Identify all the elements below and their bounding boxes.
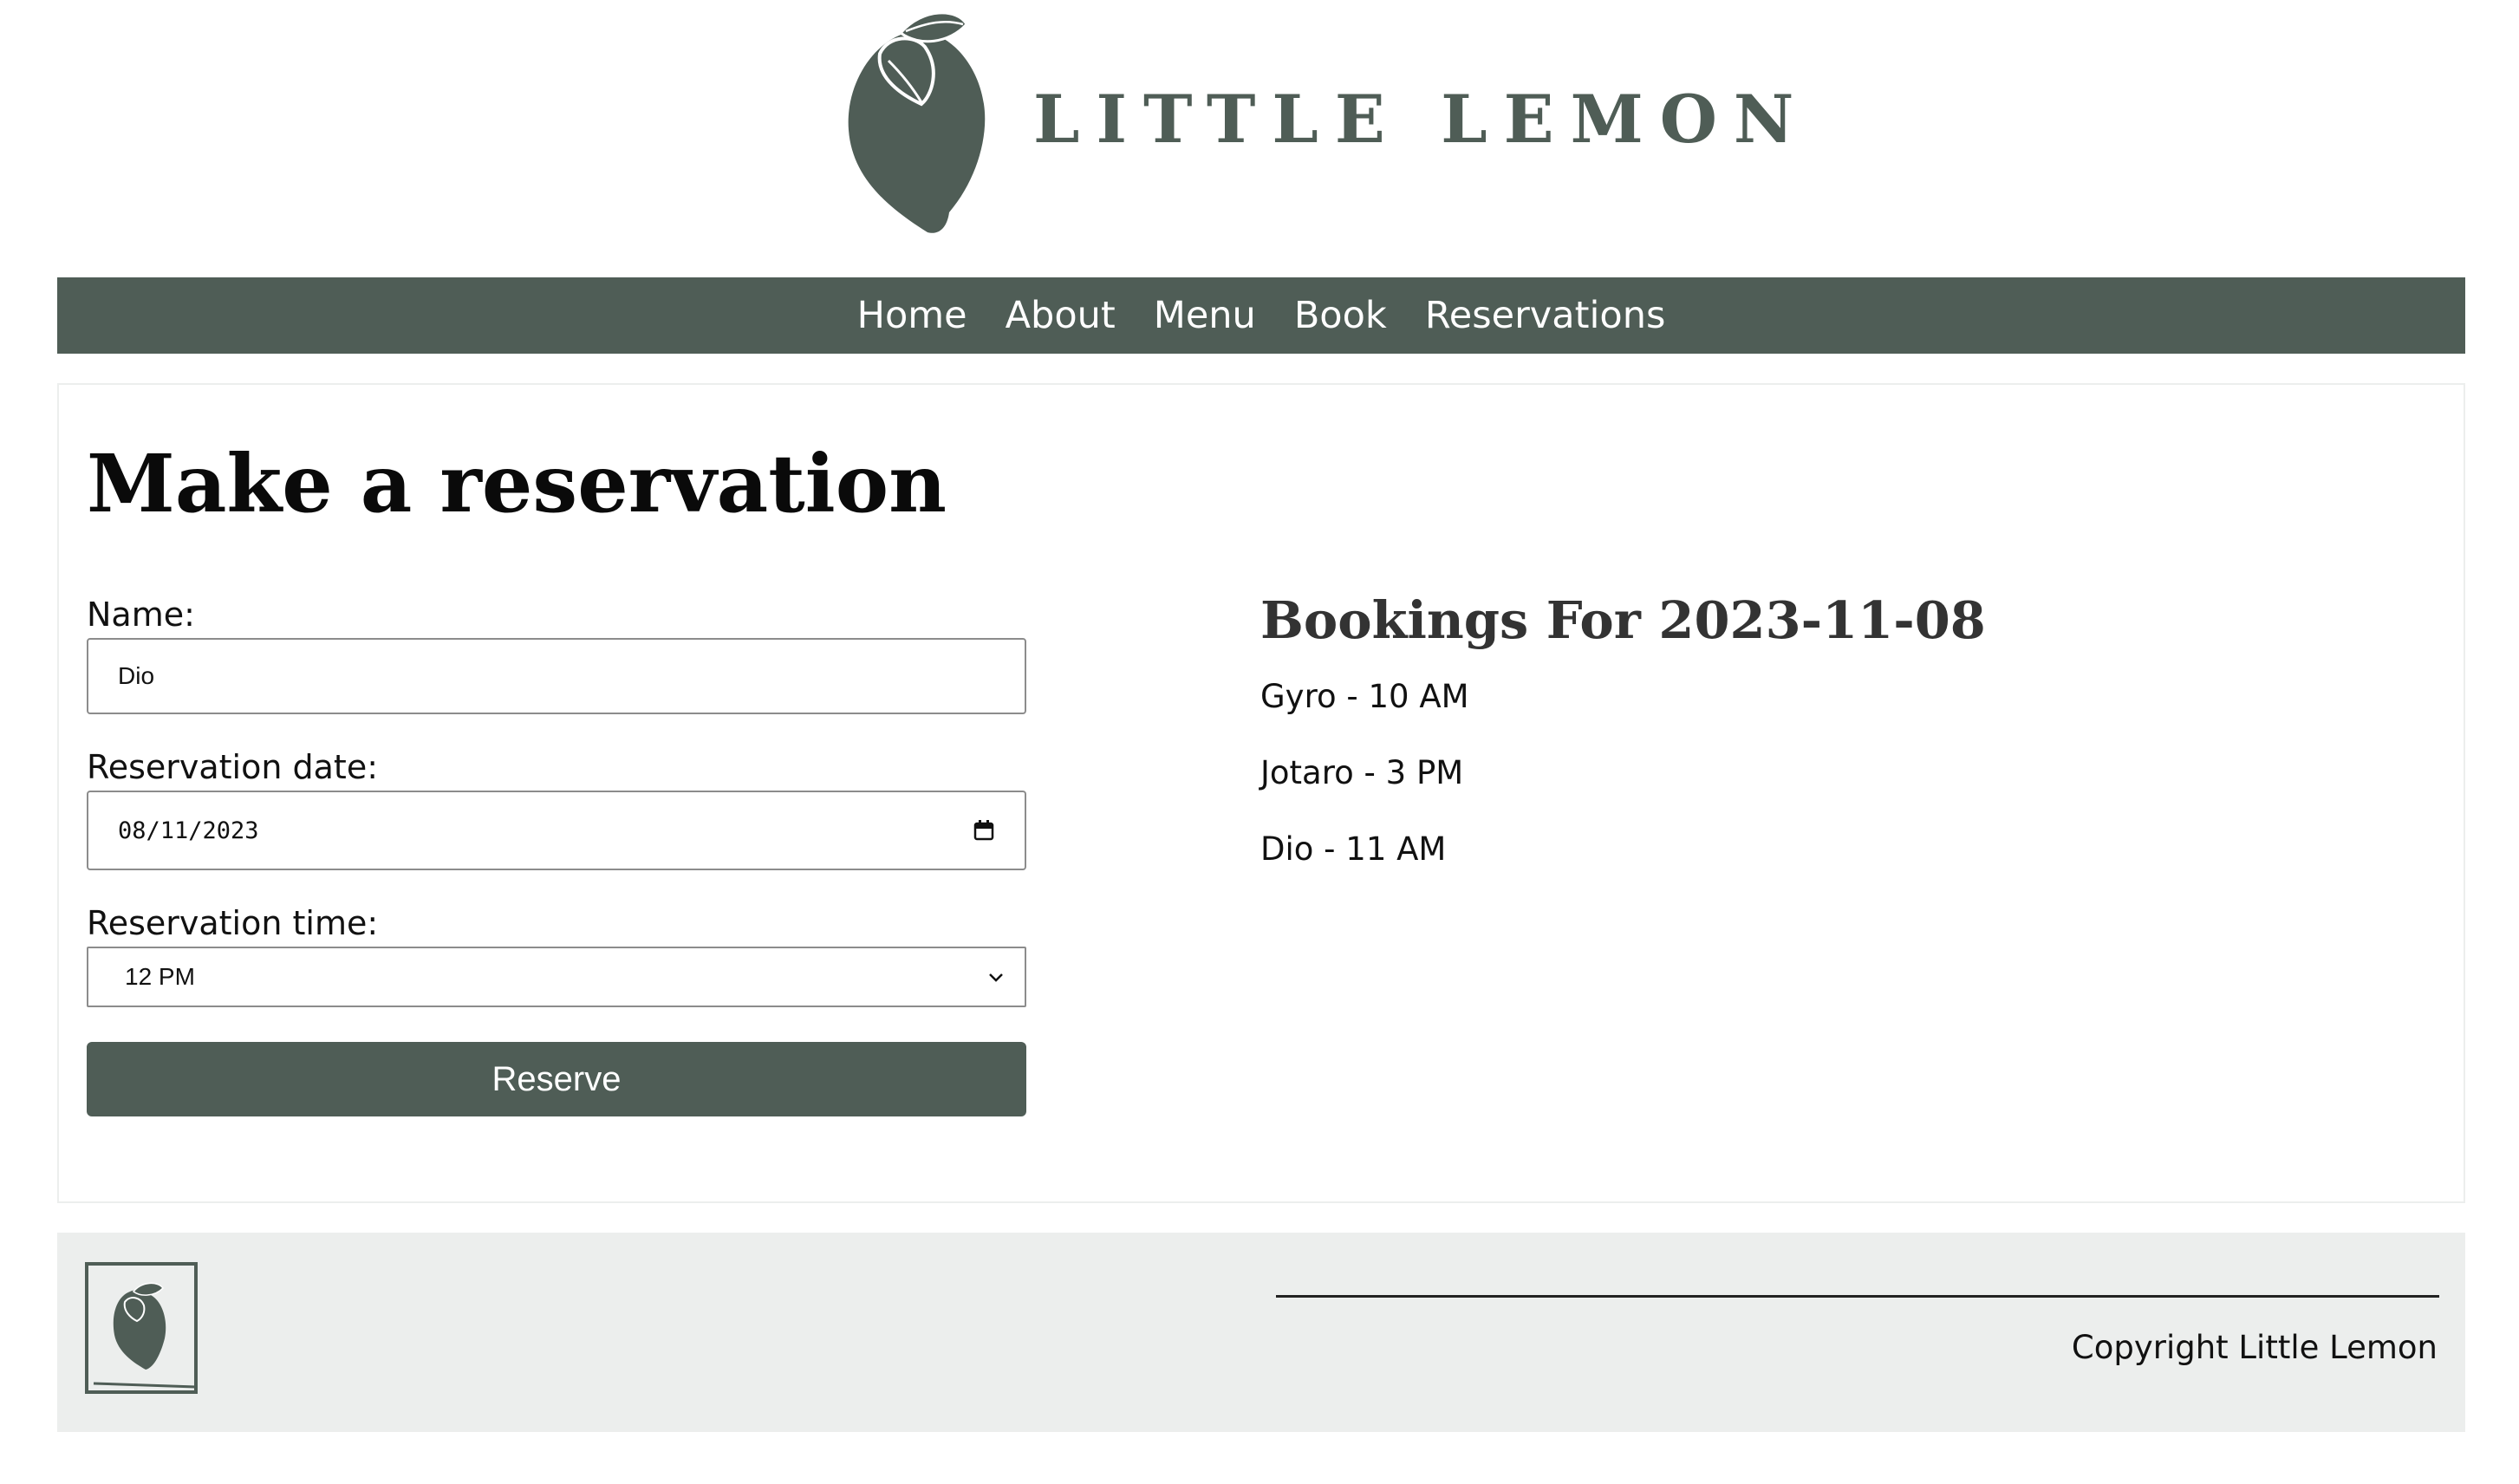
chevron-down-icon (989, 973, 1003, 982)
copyright-text: Copyright Little Lemon (2071, 1329, 2438, 1366)
booking-list: Gyro - 10 AM Jotaro - 3 PM Dio - 11 AM (1260, 680, 2387, 909)
page-title: Make a reservation (87, 437, 947, 530)
date-input[interactable]: 08/11/2023 (87, 791, 1026, 870)
date-input-value: 08/11/2023 (118, 817, 259, 844)
booking-item: Gyro - 10 AM (1260, 677, 1469, 715)
time-label: Reservation time: (87, 904, 379, 942)
brand-name: LITTLE LEMON (1033, 81, 1811, 158)
page: LITTLE LEMON Home About Menu Book Reserv… (0, 0, 2519, 1484)
nav-item-menu[interactable]: Menu (1154, 296, 1256, 335)
booking-item: Dio - 11 AM (1260, 830, 1447, 868)
name-input[interactable]: Dio (87, 638, 1026, 714)
time-select[interactable]: 12 PM (87, 947, 1026, 1007)
site-footer: Copyright Little Lemon (57, 1233, 2465, 1432)
calendar-icon[interactable] (973, 819, 995, 842)
bookings-panel: Bookings For 2023-11-08 Gyro - 10 AM Jot… (1260, 590, 2387, 909)
reserve-button[interactable]: Reserve (87, 1042, 1026, 1116)
lemon-logo-icon[interactable] (845, 9, 989, 236)
site-header: LITTLE LEMON (0, 0, 2519, 277)
name-label: Name: (87, 596, 195, 634)
nav-item-about[interactable]: About (1006, 296, 1116, 335)
booking-item: Jotaro - 3 PM (1260, 753, 1464, 791)
reservation-section: Make a reservation Name: Dio Reservation… (57, 383, 2465, 1203)
name-input-value: Dio (118, 662, 155, 689)
time-select-value: 12 PM (125, 963, 195, 990)
main-nav: Home About Menu Book Reservations (57, 277, 2465, 354)
nav-item-reservations[interactable]: Reservations (1425, 296, 1666, 335)
bookings-title: Bookings For 2023-11-08 (1260, 590, 1986, 650)
nav-item-home[interactable]: Home (857, 296, 967, 335)
footer-lemon-logo-icon[interactable] (85, 1262, 198, 1394)
footer-divider (1276, 1295, 2439, 1298)
date-label: Reservation date: (87, 748, 379, 786)
nav-item-book[interactable]: Book (1294, 296, 1387, 335)
